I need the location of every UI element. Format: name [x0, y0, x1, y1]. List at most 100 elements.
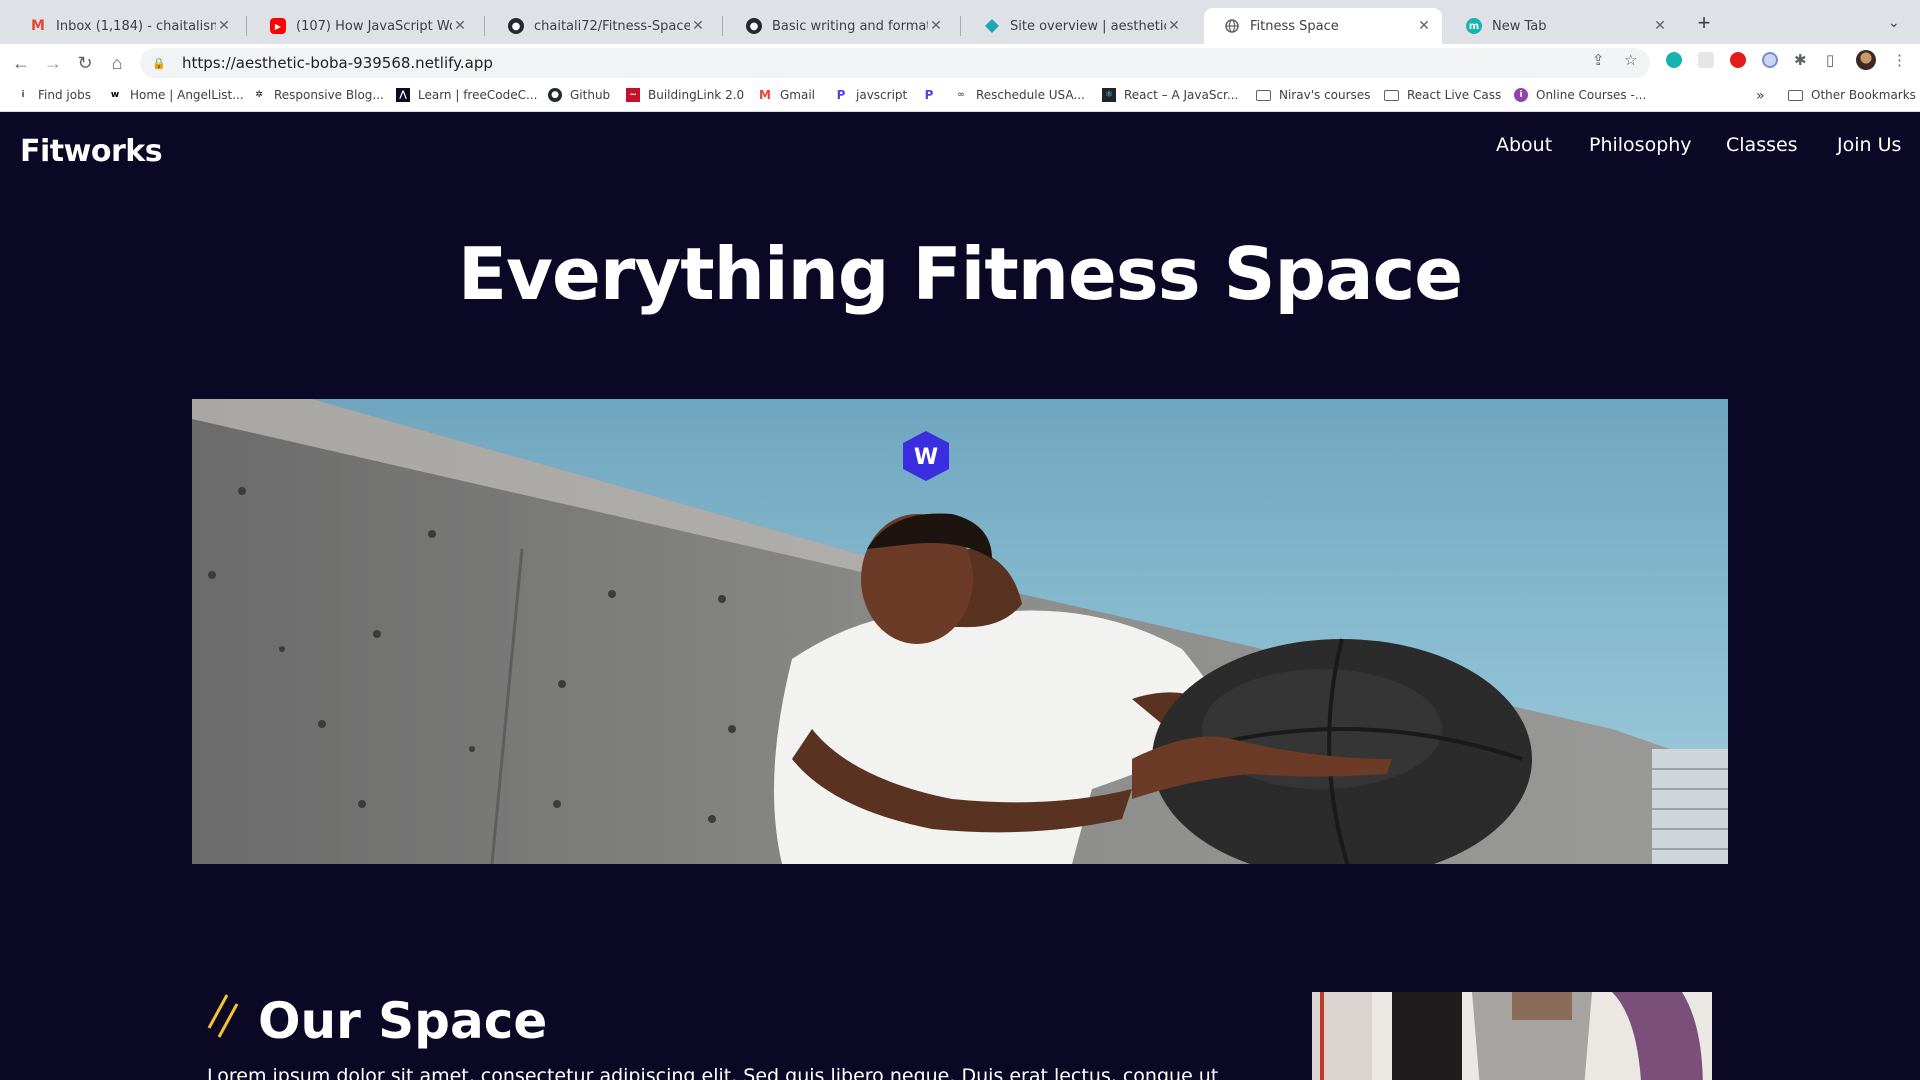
extension-red-icon[interactable] [1730, 52, 1746, 68]
bookmarks-overflow[interactable]: » [1756, 88, 1765, 104]
side-image [1312, 992, 1712, 1080]
tab-github-repo[interactable]: ● chaitali72/Fitness-Space: Resp ✕ [488, 8, 716, 44]
angellist-icon: w [110, 90, 120, 100]
nav-philosophy[interactable]: Philosophy [1589, 134, 1692, 156]
tab-netlify[interactable]: Site overview | aesthetic-boba ✕ [964, 8, 1192, 44]
extension-grid-icon[interactable] [1698, 52, 1714, 68]
nav-classes[interactable]: Classes [1726, 134, 1798, 156]
bookmark-freecodecamp[interactable]: ⋀ Learn | freeCodeC... [396, 88, 537, 102]
buildinglink-icon: ~ [626, 88, 640, 102]
bookmark-label: Other Bookmarks [1811, 88, 1916, 102]
hero-title: Everything Fitness Space [457, 232, 1463, 316]
overflow-label: » [1756, 88, 1765, 104]
tab-title: Basic writing and formatting sy [772, 18, 928, 34]
bookmark-responsive-blog[interactable]: ✲ Responsive Blog... [252, 88, 384, 102]
extension-info-icon[interactable] [1762, 52, 1778, 68]
bookmark-github[interactable]: ● Github [548, 88, 610, 102]
url-text: https://aesthetic-boba-939568.netlify.ap… [182, 54, 493, 72]
gmail-icon: M [759, 88, 771, 102]
freecodecamp-icon: ⋀ [396, 88, 410, 102]
bookmark-nirav-courses[interactable]: Nirav's courses [1256, 88, 1370, 102]
folder-icon [1256, 89, 1271, 101]
github-icon: ● [508, 18, 524, 34]
section-title: Our Space [258, 992, 548, 1050]
close-icon[interactable]: ✕ [216, 18, 232, 34]
p-icon: P [924, 88, 934, 102]
share-icon[interactable]: ⇪ [1592, 51, 1605, 69]
lock-icon: 🔒 [152, 57, 166, 70]
address-bar[interactable]: 🔒 https://aesthetic-boba-939568.netlify.… [140, 48, 1650, 78]
bookmark-label: Find jobs [38, 88, 91, 102]
courses-icon: i [1514, 88, 1528, 102]
avatar[interactable] [1856, 50, 1876, 70]
bookmark-label: Reschedule USA... [976, 88, 1085, 102]
extension-m-icon[interactable] [1666, 52, 1682, 68]
back-icon[interactable]: ← [10, 52, 32, 74]
close-icon[interactable]: ✕ [1166, 18, 1182, 34]
gmail-icon: M [31, 18, 45, 34]
indeed-icon: i [21, 90, 25, 100]
page-content: Fitworks About Philosophy Classes Join U… [0, 112, 1920, 1080]
tab-title: Site overview | aesthetic-boba [1010, 18, 1166, 34]
tab-new[interactable]: m New Tab ✕ [1446, 8, 1678, 44]
close-icon[interactable]: ✕ [1652, 18, 1668, 34]
m-icon: m [1466, 18, 1482, 34]
tab-title: New Tab [1492, 18, 1547, 34]
bookmark-angellist[interactable]: w Home | AngelList... [108, 88, 244, 102]
sidepanel-icon[interactable]: ▯ [1826, 51, 1834, 69]
new-tab-plus-icon[interactable]: + [1692, 12, 1716, 36]
star-icon[interactable]: ☆ [1624, 51, 1637, 69]
tab-title: (107) How JavaScript Works 🔥 [296, 18, 452, 34]
react-icon: ⚛ [1102, 88, 1116, 102]
tab-github-docs[interactable]: ● Basic writing and formatting sy ✕ [726, 8, 954, 44]
forward-icon[interactable]: → [42, 52, 64, 74]
bookmark-other[interactable]: Other Bookmarks [1788, 88, 1916, 102]
bookmark-find-jobs[interactable]: i Find jobs [16, 88, 91, 102]
bookmark-label: BuildingLink 2.0 [648, 88, 745, 102]
link-icon: ∞ [957, 90, 965, 100]
bookmark-label: React Live Cass [1407, 88, 1502, 102]
bookmark-label: javscript [856, 88, 908, 102]
chevron-down-icon[interactable]: ⌄ [1888, 14, 1900, 31]
hexagon-badge-icon[interactable]: W [900, 430, 952, 482]
tab-title: Inbox (1,184) - chaitalismahida [56, 18, 216, 34]
nav-join-us[interactable]: Join Us [1837, 134, 1901, 156]
home-icon[interactable]: ⌂ [106, 52, 128, 74]
site-logo[interactable]: Fitworks [20, 134, 163, 169]
browser-toolbar: ← → ↻ ⌂ 🔒 https://aesthetic-boba-939568.… [0, 44, 1920, 82]
close-icon[interactable]: ✕ [452, 18, 468, 34]
bookmark-label: Home | AngelList... [130, 88, 244, 102]
close-icon[interactable]: ✕ [690, 18, 706, 34]
youtube-icon: ▶ [270, 18, 286, 34]
bookmark-react[interactable]: ⚛ React – A JavaScr... [1102, 88, 1238, 102]
reload-icon[interactable]: ↻ [74, 52, 96, 74]
bookmark-p[interactable]: P [922, 88, 944, 102]
github-icon: ● [548, 88, 562, 102]
bookmark-gmail[interactable]: M Gmail [758, 88, 815, 102]
tab-gmail[interactable]: M Inbox (1,184) - chaitalismahida ✕ [10, 8, 242, 44]
tab-title: chaitali72/Fitness-Space: Resp [534, 18, 690, 34]
tab-youtube[interactable]: ▶ (107) How JavaScript Works 🔥 ✕ [250, 8, 478, 44]
bookmark-label: Learn | freeCodeC... [418, 88, 538, 102]
bookmark-label: Responsive Blog... [274, 88, 384, 102]
close-icon[interactable]: ✕ [928, 18, 944, 34]
bookmark-label: Gmail [780, 88, 816, 102]
aperture-icon: ✲ [255, 90, 263, 100]
bookmark-react-live[interactable]: React Live Cass [1384, 88, 1501, 102]
section-text: Lorem ipsum dolor sit amet, consectetur … [207, 1065, 1219, 1080]
bookmarks-bar: i Find jobs w Home | AngelList... ✲ Respons… [0, 82, 1920, 112]
tab-fitness-space[interactable]: Fitness Space ✕ [1204, 8, 1442, 44]
bookmark-buildinglink[interactable]: ~ BuildingLink 2.0 [626, 88, 744, 102]
nav-about[interactable]: About [1496, 134, 1552, 156]
bookmark-label: Online Courses -... [1536, 88, 1647, 102]
bookmark-reschedule[interactable]: ∞ Reschedule USA... [954, 88, 1085, 102]
menu-dots-icon[interactable]: ⋮ [1892, 51, 1907, 69]
tab-title: Fitness Space [1250, 18, 1339, 34]
puzzle-icon[interactable]: ✱ [1794, 51, 1807, 69]
close-icon[interactable]: ✕ [1416, 18, 1432, 34]
bookmark-label: React – A JavaScr... [1124, 88, 1239, 102]
bookmark-javascript[interactable]: Pjavscript [834, 88, 908, 102]
bookmark-label: Github [570, 88, 611, 102]
p-icon: P [836, 88, 846, 102]
bookmark-online-courses[interactable]: i Online Courses -... [1514, 88, 1646, 102]
